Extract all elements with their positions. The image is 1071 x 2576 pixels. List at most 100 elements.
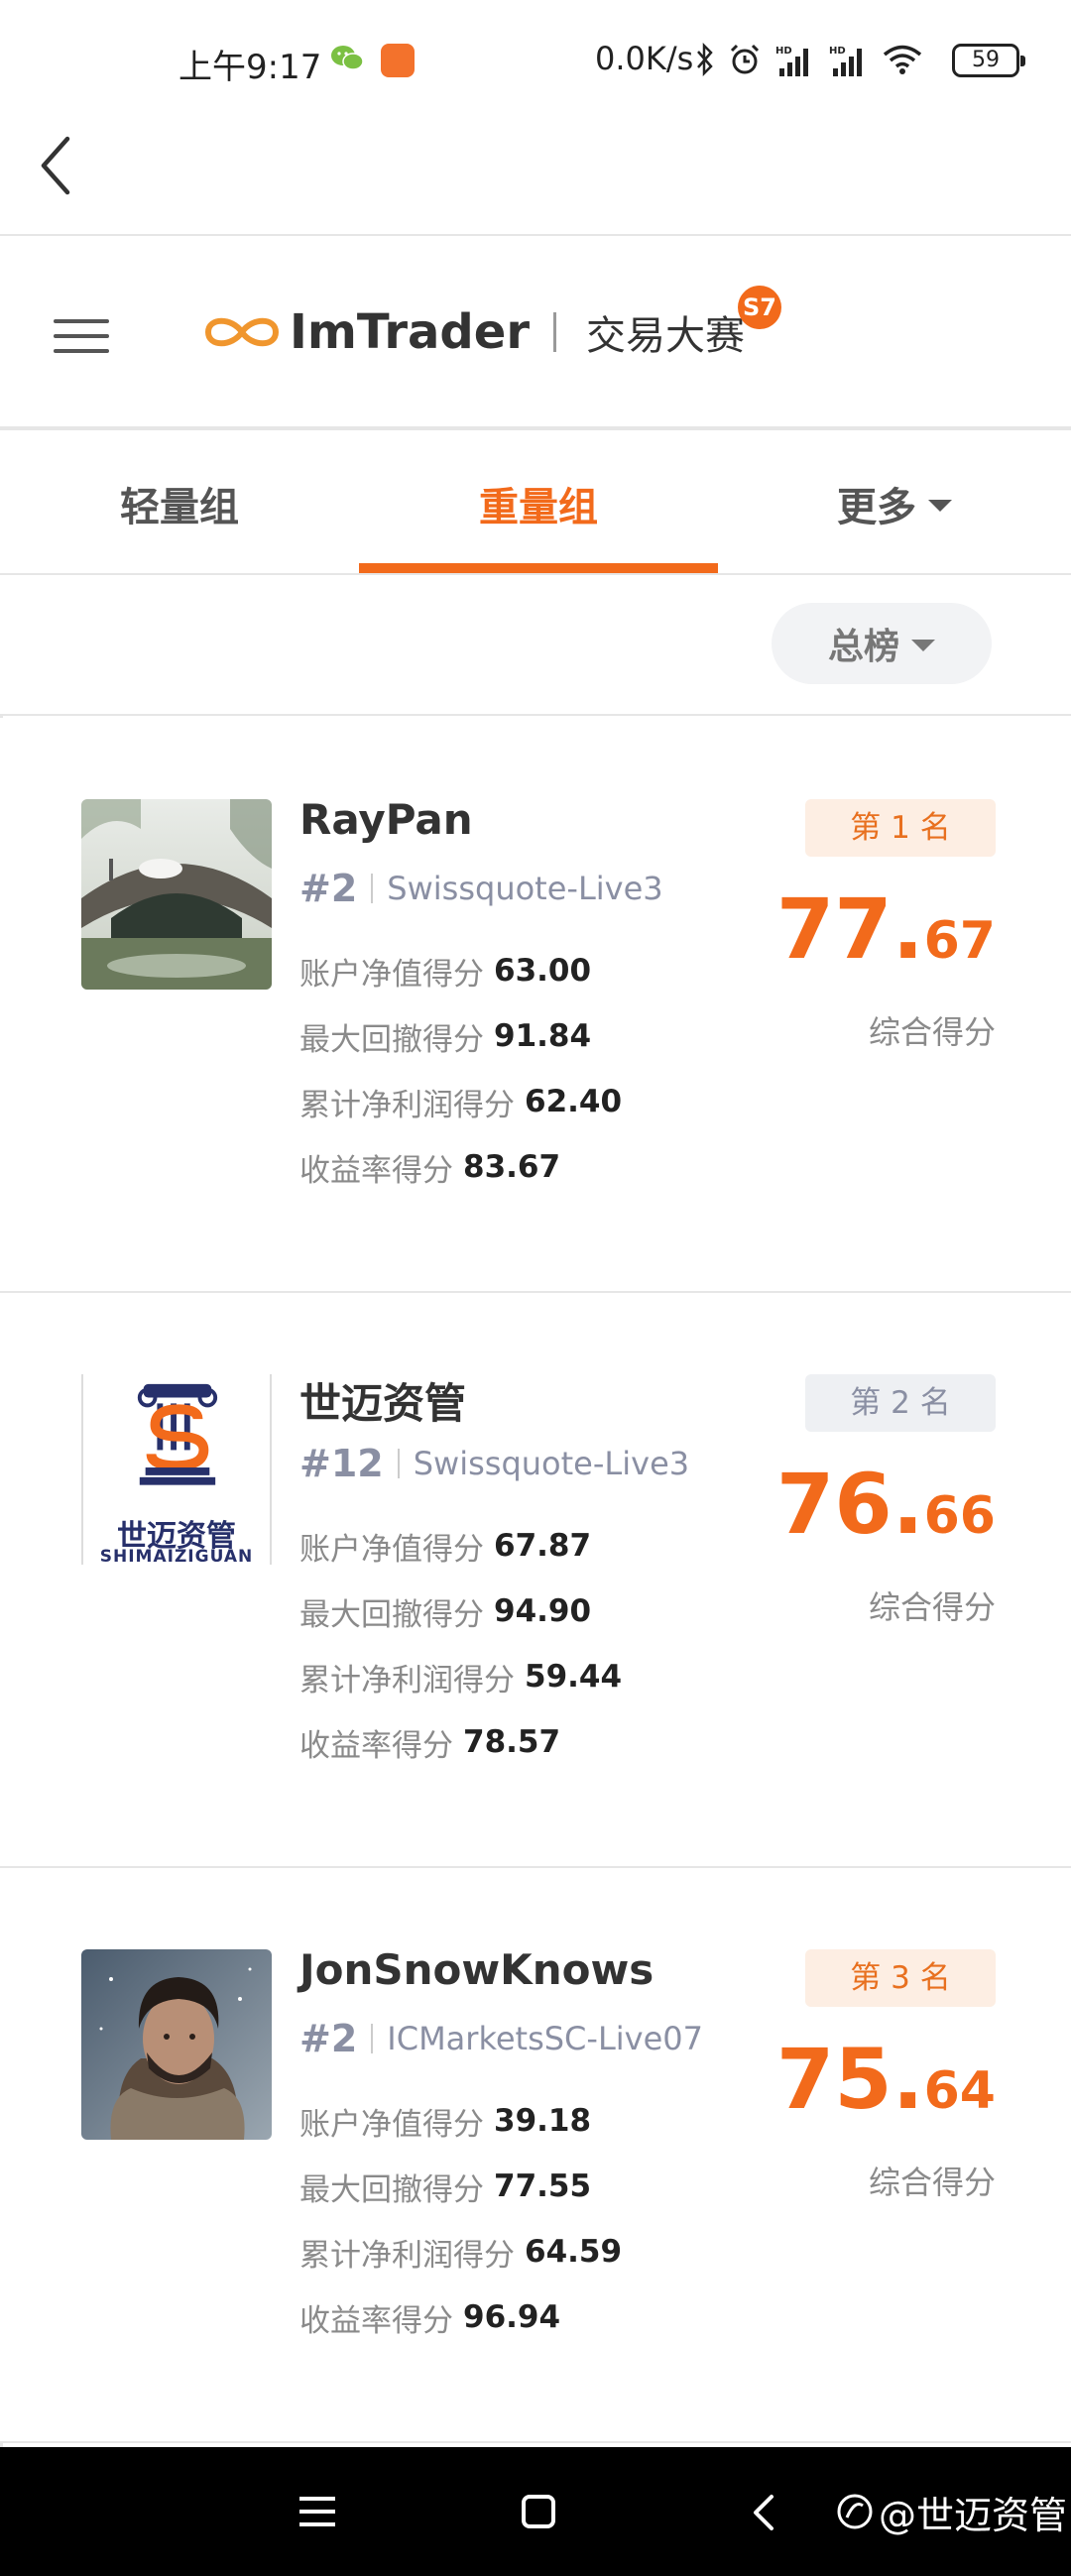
server-name: Swissquote-Live3 (387, 870, 663, 907)
status-bar: 上午9:17 0.0K/s HD HD 59 (0, 0, 1071, 123)
wechat-icon (331, 46, 364, 70)
ranking-card[interactable]: JonSnowKnows #2 ICMarketsSC-Live07 账户净值得… (0, 1868, 1071, 2443)
total-score: 77. 67 (776, 880, 996, 978)
app-notification-icon (381, 44, 415, 77)
server-name: ICMarketsSC-Live07 (387, 2020, 703, 2057)
stat-value: 39.18 (494, 2103, 592, 2139)
score-breakdown: 账户净值得分 63.00 最大回撤得分 91.84 累计净利润得分 62.40 收益率… (299, 938, 622, 1200)
tab-heavy[interactable]: 重量组 (359, 430, 718, 577)
group-tabs: 轻量组 重量组 更多 (0, 428, 1071, 575)
home-icon[interactable] (522, 2495, 555, 2528)
infinity-logo-icon (204, 317, 280, 347)
ranking-card[interactable]: RayPan #2 Swissquote-Live3 账户净值得分 63.00 最… (0, 718, 1071, 1293)
stat-value: 59.44 (525, 1659, 623, 1695)
stat-row: 账户净值得分 67.87 (299, 1513, 622, 1579)
trader-meta: #2 ICMarketsSC-Live07 (299, 2017, 703, 2060)
stat-label: 收益率得分 (299, 1152, 453, 1189)
tab-light[interactable]: 轻量组 (0, 430, 359, 577)
weibo-logo-icon (837, 2494, 873, 2529)
stat-value: 94.90 (494, 1593, 592, 1629)
stat-row: 账户净值得分 63.00 (299, 938, 622, 1003)
tab-more-label: 更多 (837, 485, 916, 530)
stat-label: 最大回撤得分 (299, 2171, 484, 2208)
bluetooth-icon (697, 43, 713, 76)
stat-row: 最大回撤得分 77.55 (299, 2154, 622, 2219)
hamburger-menu-icon[interactable] (54, 319, 109, 359)
stat-label: 最大回撤得分 (299, 1021, 484, 1058)
avatar[interactable] (81, 799, 272, 990)
stat-value: 67.87 (494, 1528, 592, 1564)
meta-divider (371, 2024, 374, 2053)
stat-row: 累计净利润得分 64.59 (299, 2219, 622, 2284)
score-integer: 75. (775, 2031, 924, 2128)
score-integer: 76. (775, 1456, 924, 1553)
logo-name: ImTrader (290, 304, 530, 360)
score-label: 综合得分 (868, 1013, 996, 1051)
stat-row: 最大回撤得分 91.84 (299, 1003, 622, 1069)
caret-down-icon (928, 500, 952, 512)
score-breakdown: 账户净值得分 39.18 最大回撤得分 77.55 累计净利润得分 64.59 收益率… (299, 2088, 622, 2350)
svg-text:HD: HD (829, 46, 846, 57)
place-badge: 第 1 名 (805, 799, 996, 857)
trader-meta: #2 Swissquote-Live3 (299, 867, 663, 910)
stat-value: 91.84 (494, 1018, 592, 1054)
place-badge: 第 2 名 (805, 1374, 996, 1432)
navigation-bar (0, 123, 1071, 236)
stat-value: 77.55 (494, 2168, 592, 2204)
avatar[interactable] (81, 1949, 272, 2140)
total-score: 76. 66 (776, 1456, 996, 1553)
stat-row: 累计净利润得分 62.40 (299, 1069, 622, 1134)
back-icon[interactable] (750, 2493, 779, 2532)
meta-divider (371, 874, 374, 903)
trader-name: JonSnowKnows (299, 1945, 654, 1994)
svg-text:HD: HD (775, 46, 792, 57)
score-integer: 77. (775, 880, 924, 978)
active-tab-indicator (359, 563, 718, 573)
stat-label: 收益率得分 (299, 1727, 453, 1764)
total-score: 75. 64 (776, 2031, 996, 2128)
leaderboard-filter-dropdown[interactable]: 总榜 (772, 603, 992, 684)
recent-apps-icon[interactable] (299, 2497, 335, 2526)
back-arrow-icon[interactable] (34, 131, 83, 200)
stat-label: 账户净值得分 (299, 1531, 484, 1568)
score-decimal: 64 (923, 2061, 996, 2121)
signal-icon: HD (775, 46, 808, 76)
logo-subtitle: 交易大赛 (586, 313, 745, 359)
stat-row: 累计净利润得分 59.44 (299, 1644, 622, 1709)
trader-name: RayPan (299, 795, 473, 844)
stat-value: 78.57 (463, 1724, 561, 1760)
battery-icon: 59 (952, 44, 1025, 77)
account-rank-id: #2 (299, 2017, 358, 2060)
stat-value: 64.59 (525, 2234, 623, 2270)
status-icons: HD HD (696, 40, 922, 79)
ranking-card[interactable]: 世迈资管 SHIMAIZIGUAN 世迈资管 #12 Swissquote-Li… (0, 1293, 1071, 1868)
server-name: Swissquote-Live3 (413, 1445, 690, 1482)
imtrader-logo[interactable]: ImTrader 交易大赛 (202, 297, 745, 367)
trader-meta: #12 Swissquote-Live3 (299, 1442, 689, 1485)
stat-value: 96.94 (463, 2299, 561, 2335)
stat-label: 最大回撤得分 (299, 1596, 484, 1633)
watermark-text: @世迈资管 (879, 2493, 1068, 2537)
logo-divider (553, 312, 556, 352)
wifi-icon (883, 45, 922, 74)
filter-label: 总榜 (827, 627, 899, 667)
tab-more[interactable]: 更多 (718, 430, 1071, 577)
score-decimal: 67 (923, 911, 996, 971)
avatar-brand-subtext: SHIMAIZIGUAN (99, 1547, 254, 1567)
stat-row: 收益率得分 96.94 (299, 2284, 622, 2350)
stat-value: 83.67 (463, 1149, 561, 1185)
score-label: 综合得分 (868, 1588, 996, 1626)
network-speed: 0.0K/s (595, 40, 694, 77)
account-rank-id: #12 (299, 1442, 384, 1485)
stat-label: 累计净利润得分 (299, 1087, 515, 1123)
alarm-icon (730, 44, 760, 74)
meta-divider (397, 1449, 400, 1478)
stat-row: 收益率得分 78.57 (299, 1709, 622, 1775)
score-breakdown: 账户净值得分 67.87 最大回撤得分 94.90 累计净利润得分 59.44 收益率… (299, 1513, 622, 1775)
stat-label: 累计净利润得分 (299, 2237, 515, 2274)
stat-value: 63.00 (494, 953, 592, 989)
account-rank-id: #2 (299, 867, 358, 910)
stat-row: 账户净值得分 39.18 (299, 2088, 622, 2154)
stat-label: 收益率得分 (299, 2302, 453, 2339)
place-badge: 第 3 名 (805, 1949, 996, 2007)
